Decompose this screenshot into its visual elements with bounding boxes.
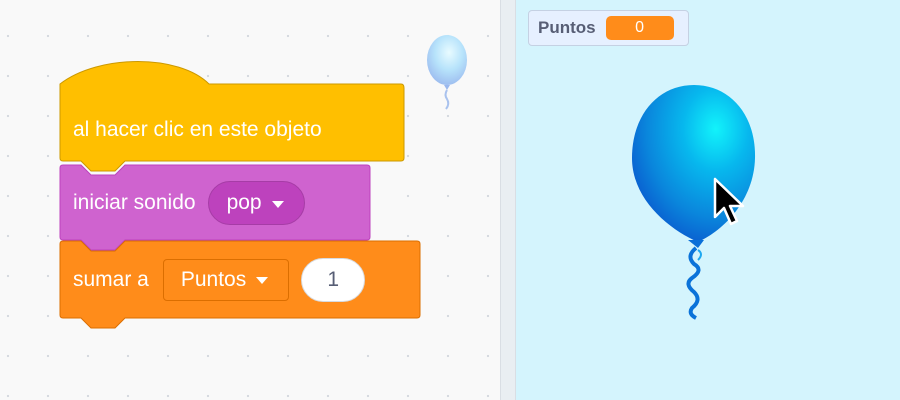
monitor-value: 0	[605, 16, 674, 40]
sound-dropdown[interactable]: pop	[207, 181, 305, 225]
stage[interactable]: Puntos 0	[516, 0, 900, 400]
amount-input[interactable]: 1	[301, 257, 366, 302]
code-area[interactable]: al hacer clic en este objeto iniciar son…	[0, 0, 500, 400]
mouse-pointer-icon	[713, 177, 745, 226]
pane-divider	[500, 0, 516, 400]
caret-down-icon	[271, 200, 284, 208]
change-variable-block[interactable]: sumar a Puntos 1	[59, 240, 421, 329]
sound-block-label: iniciar sonido	[73, 191, 196, 214]
variable-dropdown[interactable]: Puntos	[162, 258, 290, 301]
data-block-label: sumar a	[73, 267, 149, 291]
sprite-thumbnail-balloon-icon	[427, 35, 467, 110]
variable-dropdown-value: Puntos	[180, 267, 247, 291]
when-sprite-clicked-block[interactable]: al hacer clic en este objeto	[59, 60, 405, 172]
caret-down-icon	[256, 277, 269, 284]
monitor-label: Puntos	[538, 18, 596, 37]
hat-block-label: al hacer clic en este objeto	[73, 118, 322, 141]
variable-monitor[interactable]: Puntos 0	[528, 10, 689, 46]
sound-dropdown-value: pop	[226, 191, 262, 214]
start-sound-block[interactable]: iniciar sonido pop	[59, 164, 371, 251]
